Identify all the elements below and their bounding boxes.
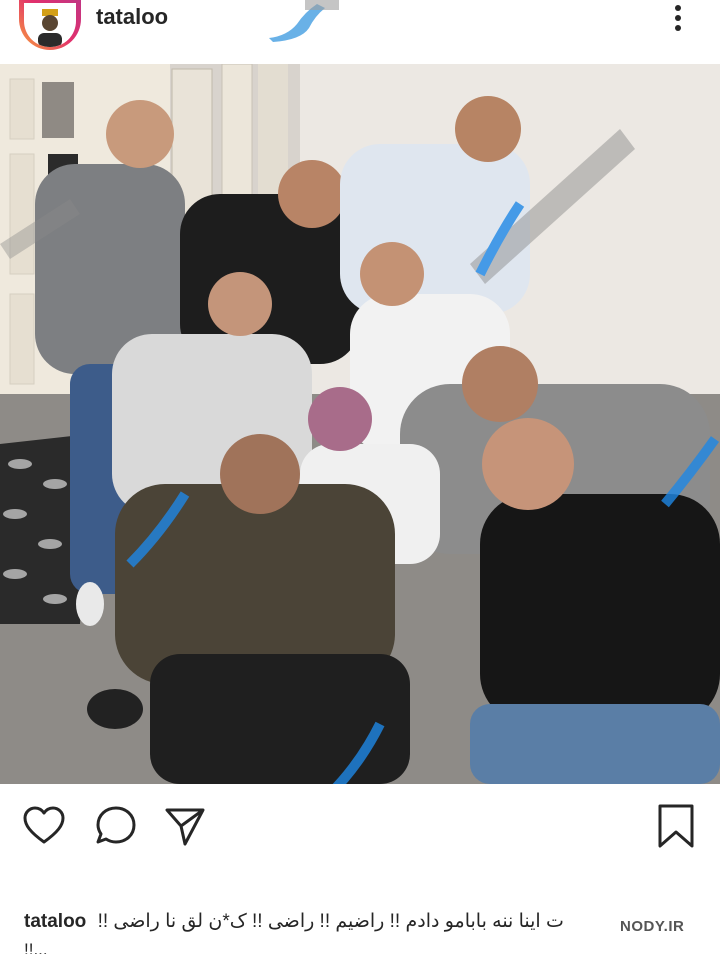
- group-photo-image: [0, 64, 720, 784]
- avatar-ring[interactable]: [19, 0, 81, 50]
- caption-username[interactable]: tataloo: [24, 911, 86, 932]
- post-username[interactable]: tataloo: [96, 4, 168, 30]
- more-icon[interactable]: [668, 2, 688, 34]
- post-caption: tataloo !! ت اینا ننه بابامو دادم !! راض…: [24, 910, 714, 933]
- caption-text: !! ت اینا ننه بابامو دادم !! راضیم !! را…: [97, 911, 564, 932]
- caption-second-line: !!...: [24, 940, 48, 954]
- share-icon[interactable]: [163, 804, 207, 848]
- bookmark-icon[interactable]: [654, 804, 698, 848]
- watermark-logo: [269, 0, 339, 42]
- post-header: tataloo: [0, 0, 720, 64]
- heart-icon[interactable]: [22, 804, 66, 848]
- avatar-image: [30, 7, 70, 47]
- avatar[interactable]: [24, 3, 76, 47]
- action-bar: [0, 784, 720, 864]
- site-watermark: NODY.IR: [620, 918, 685, 935]
- comment-icon[interactable]: [94, 804, 138, 848]
- post-photo[interactable]: [0, 64, 720, 784]
